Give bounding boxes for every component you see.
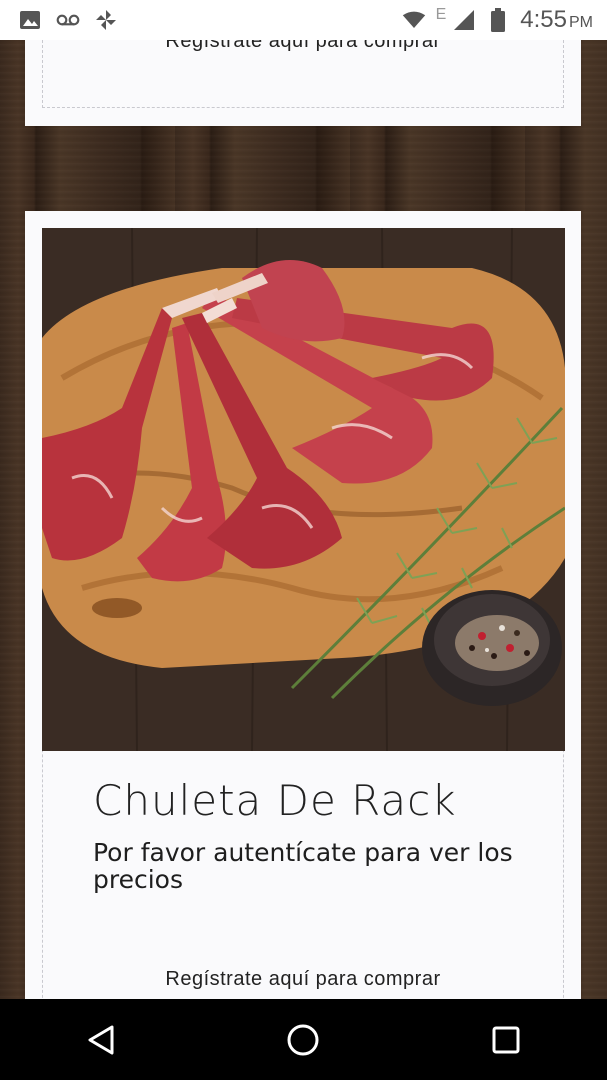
pinwheel-icon [94, 9, 118, 31]
image-icon [18, 9, 42, 31]
home-icon [287, 1024, 319, 1055]
register-link[interactable]: Regístrate aquí para comprar [25, 968, 581, 991]
product-title[interactable]: Chuleta De Rack [93, 776, 457, 825]
recents-icon [492, 1026, 520, 1053]
product-image[interactable] [42, 228, 565, 751]
price-login-note: Por favor autentícate para ver los preci… [93, 838, 513, 894]
battery-icon [486, 8, 510, 32]
back-icon [88, 1025, 114, 1054]
product-card-previous: Regístrate aquí para comprar [25, 30, 581, 126]
navigation-bar [0, 999, 607, 1080]
recents-button[interactable] [476, 1010, 536, 1070]
clock: 4:55 PM [520, 6, 593, 33]
voicemail-icon [56, 9, 80, 31]
status-bar: E 4:55 PM [0, 0, 607, 40]
back-button[interactable] [71, 1010, 131, 1070]
product-card: Chuleta De Rack Por favor autentícate pa… [25, 211, 581, 1028]
signal-icon [452, 9, 476, 31]
wifi-icon [402, 9, 426, 31]
home-button[interactable] [273, 1010, 333, 1070]
network-type: E [435, 6, 447, 23]
